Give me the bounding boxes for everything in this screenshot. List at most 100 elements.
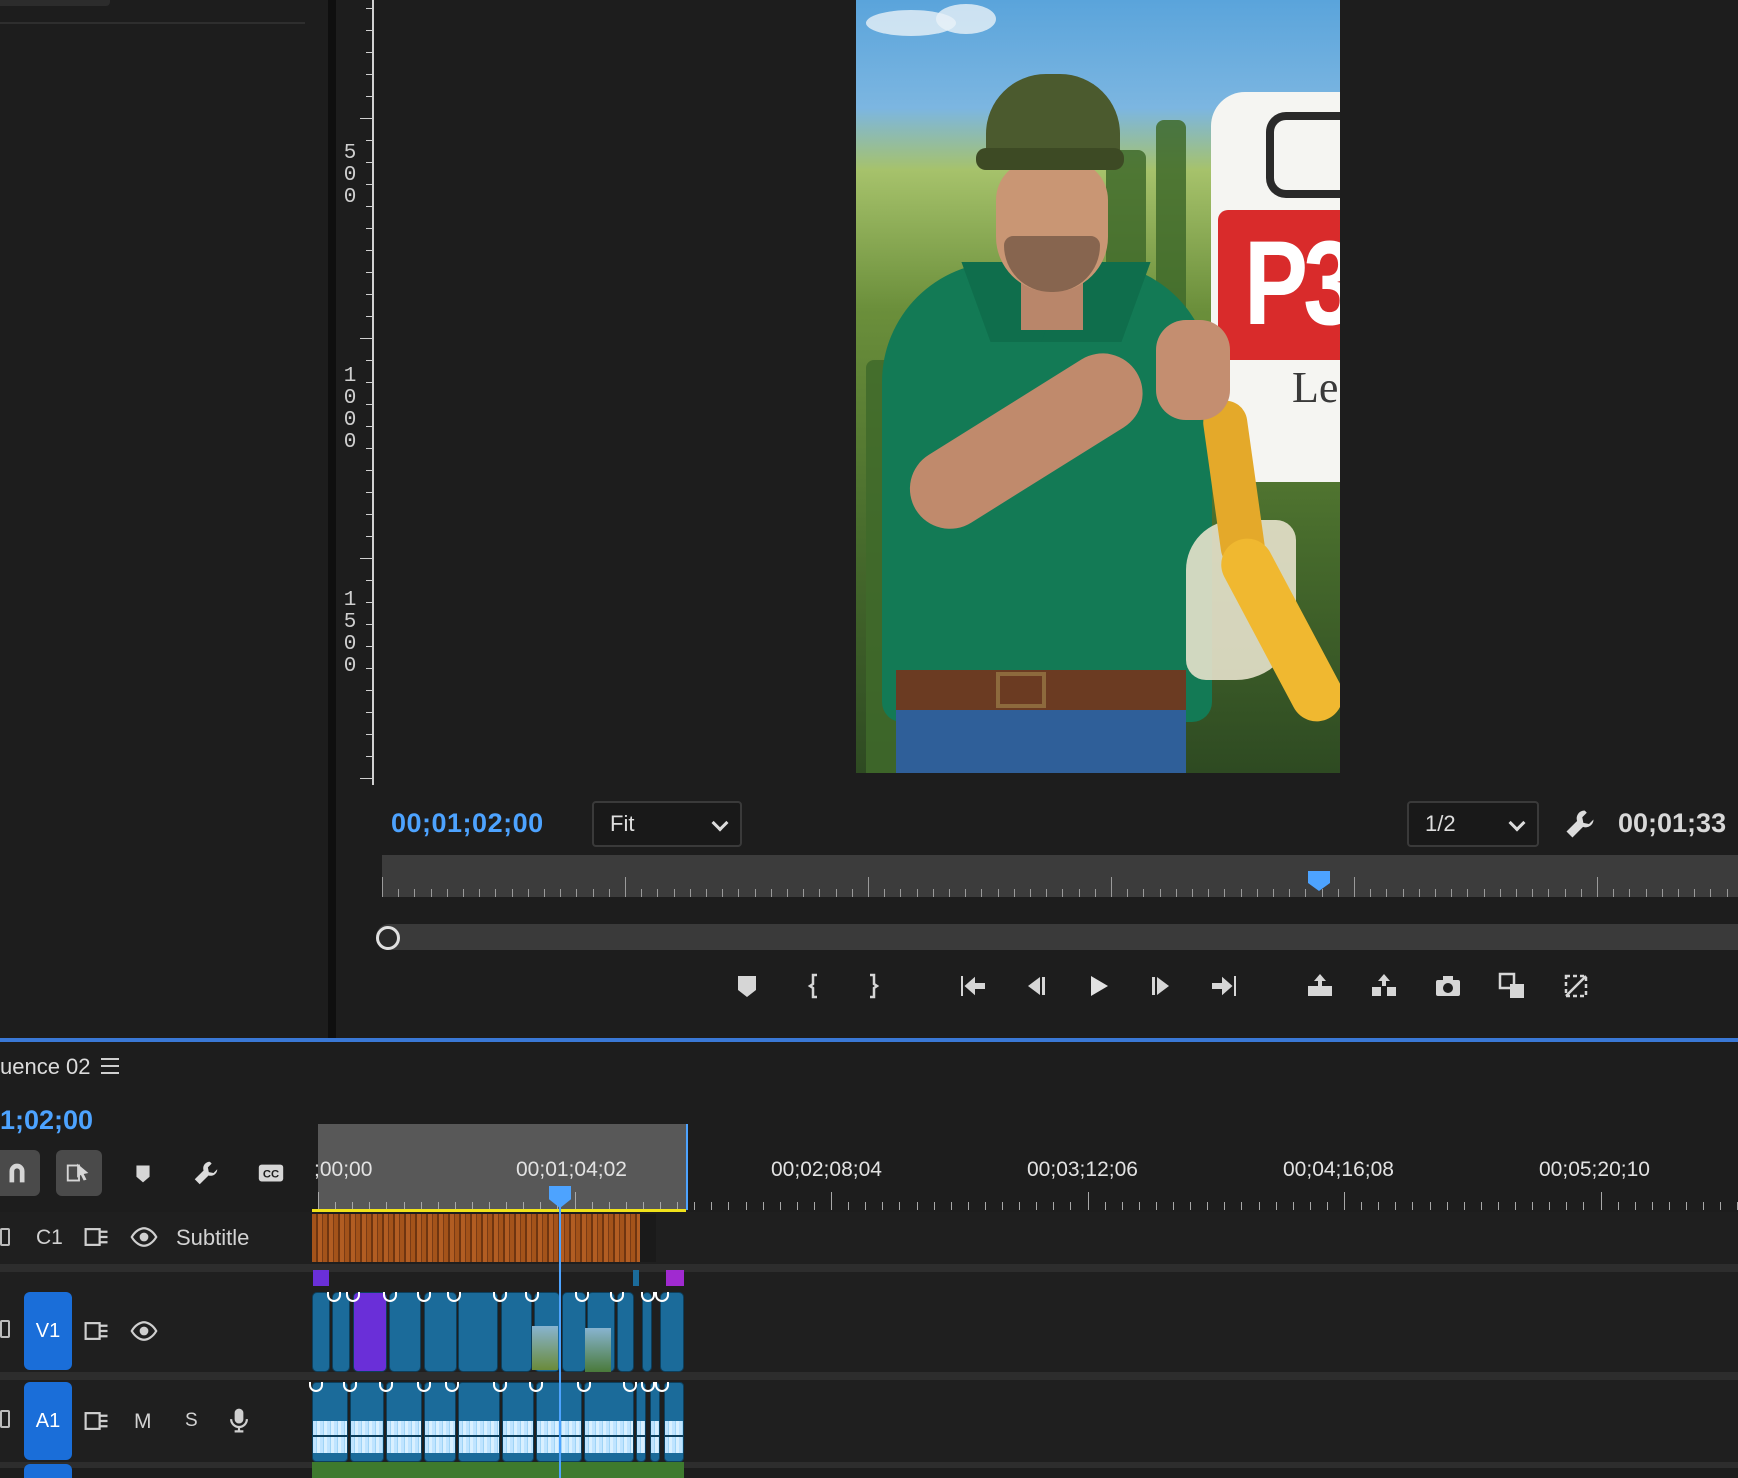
export-frame-button[interactable]: [1428, 966, 1468, 1006]
ruler-tick: [366, 294, 374, 295]
snap-button[interactable]: [0, 1150, 40, 1196]
timeline-ruler-tick: [318, 1192, 319, 1210]
audio-clip[interactable]: [650, 1382, 660, 1462]
track-target-a2[interactable]: [24, 1464, 72, 1478]
lift-button[interactable]: [1300, 966, 1340, 1006]
track-target-v1[interactable]: V1: [24, 1292, 72, 1370]
timeline-ruler-tick: [1344, 1192, 1345, 1210]
video-clip[interactable]: [332, 1292, 350, 1372]
timeline-settings-button[interactable]: [183, 1150, 229, 1196]
monitor-zoom-scrollbar[interactable]: [376, 924, 1738, 950]
lock-icon[interactable]: [0, 1228, 10, 1246]
caption-clips[interactable]: [312, 1214, 656, 1262]
video-clip[interactable]: [617, 1292, 634, 1372]
linked-selection-button[interactable]: [56, 1150, 102, 1196]
ruler-tick: [366, 668, 374, 669]
panel-menu-icon[interactable]: [101, 1058, 119, 1074]
go-to-out-button[interactable]: [1205, 966, 1245, 1006]
video-clip[interactable]: [642, 1292, 652, 1372]
timeline-ruler-tick: [1104, 1202, 1106, 1210]
audio-clip[interactable]: [350, 1382, 384, 1462]
timeline-ruler-tick: [1463, 1202, 1465, 1210]
scrub-tick: [463, 889, 464, 897]
track-name-subtitle[interactable]: Subtitle: [176, 1225, 249, 1251]
video-frame[interactable]: P3 Le: [856, 0, 1340, 773]
add-marker-timeline-button[interactable]: [120, 1150, 166, 1196]
playback-resolution-dropdown[interactable]: 1/2: [1407, 801, 1539, 847]
scrub-tick: [1435, 889, 1436, 897]
sync-lock-icon[interactable]: [82, 1406, 112, 1436]
timeline-timecode[interactable]: 1;02;00: [0, 1105, 93, 1136]
timeline-ruler-tick: [1155, 1202, 1157, 1210]
proxy-toggle-button[interactable]: [1556, 966, 1596, 1006]
proxy-toggle-icon: [1564, 974, 1588, 998]
scrub-tick: [1175, 889, 1177, 897]
audio-clip[interactable]: [312, 1382, 348, 1462]
ruler-digit-char: 0: [343, 164, 357, 187]
sync-lock-icon[interactable]: [82, 1222, 112, 1252]
timeline-ruler-tick: [1207, 1202, 1209, 1210]
video-clip[interactable]: [312, 1292, 330, 1372]
zoom-scrollbar-handle[interactable]: [376, 926, 400, 950]
timeline-playhead-line[interactable]: [559, 1205, 561, 1478]
mute-button[interactable]: M: [134, 1410, 152, 1434]
microphone-icon[interactable]: [224, 1404, 254, 1436]
wrench-icon[interactable]: [1562, 806, 1598, 842]
panel-tab-stub[interactable]: [0, 0, 110, 6]
comparison-view-button[interactable]: [1492, 966, 1532, 1006]
scrub-tick: [673, 889, 675, 897]
video-clip[interactable]: [501, 1292, 532, 1372]
timeline-ruler-tick: [1361, 1202, 1363, 1210]
sync-lock-icon[interactable]: [82, 1316, 112, 1346]
audio-clip[interactable]: [502, 1382, 534, 1462]
clip-label-marker: [313, 1270, 329, 1286]
scrub-tick: [949, 889, 950, 897]
step-forward-button[interactable]: [1141, 966, 1181, 1006]
audio-clip[interactable]: [458, 1382, 500, 1462]
audio-clip[interactable]: [664, 1382, 684, 1462]
step-back-button[interactable]: [1016, 966, 1056, 1006]
lock-icon[interactable]: [0, 1320, 10, 1338]
audio-clip[interactable]: [584, 1382, 634, 1462]
audio-waveform: [637, 1421, 645, 1453]
timeline-ruler-tick: [728, 1202, 730, 1210]
mark-in-button[interactable]: [795, 966, 835, 1006]
captions-button[interactable]: CC: [248, 1150, 294, 1196]
timeline-ruler-tick: [1053, 1202, 1055, 1210]
timeline-ruler-tick: [574, 1192, 576, 1210]
timeline-ruler-ticks[interactable]: [318, 1190, 1738, 1210]
ruler-tick: [366, 734, 374, 735]
video-clip[interactable]: [562, 1292, 586, 1372]
comparison-view-icon: [1498, 972, 1524, 998]
eye-icon[interactable]: [128, 1222, 160, 1252]
play-button[interactable]: [1078, 966, 1118, 1006]
playhead-timecode[interactable]: 00;01;02;00: [391, 808, 544, 839]
audio-waveform: [585, 1421, 633, 1453]
video-clip[interactable]: [660, 1292, 684, 1372]
track-target-a1[interactable]: A1: [24, 1382, 72, 1460]
panel-splitter[interactable]: [328, 0, 336, 1040]
solo-button[interactable]: S: [185, 1410, 198, 1432]
timeline-ruler-tick: [899, 1202, 901, 1210]
video-clip[interactable]: [353, 1292, 387, 1372]
scrub-tick: [787, 889, 788, 897]
ruler-digit-char: 5: [343, 611, 357, 634]
audio-clip[interactable]: [386, 1382, 422, 1462]
audio-clip[interactable]: [636, 1382, 646, 1462]
eye-icon[interactable]: [128, 1316, 160, 1346]
monitor-time-ruler[interactable]: [382, 855, 1738, 897]
extract-button[interactable]: [1364, 966, 1404, 1006]
mark-out-button[interactable]: [852, 966, 892, 1006]
person-jeans: [896, 710, 1186, 773]
video-clip[interactable]: [424, 1292, 457, 1372]
a2-clip[interactable]: [312, 1462, 684, 1478]
video-clip[interactable]: [389, 1292, 421, 1372]
zoom-level-dropdown[interactable]: Fit: [592, 801, 742, 847]
audio-clip[interactable]: [424, 1382, 456, 1462]
step-back-icon: [1028, 977, 1045, 995]
go-to-in-button[interactable]: [952, 966, 992, 1006]
lock-icon[interactable]: [0, 1410, 10, 1428]
video-clip[interactable]: [458, 1292, 498, 1372]
add-marker-button[interactable]: [727, 966, 767, 1006]
sequence-tab-title[interactable]: uence 02: [0, 1054, 91, 1080]
